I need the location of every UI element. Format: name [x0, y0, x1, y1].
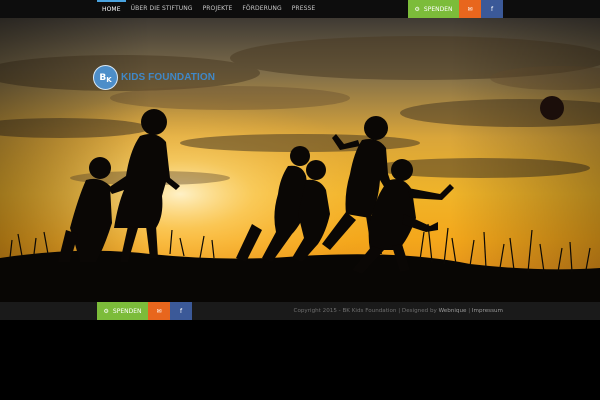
nav-item-home[interactable]: HOME [97, 0, 126, 20]
footer-bar: ⚙ SPENDEN ✉ f Copyright 2015 - BK Kids F… [0, 302, 600, 320]
top-navigation-bar: HOME ÜBER DIE STIFTUNG PROJEKTE FÖRDERUN… [0, 0, 600, 18]
impressum-link[interactable]: Impressum [472, 308, 503, 314]
envelope-icon: ✉ [467, 5, 473, 13]
copyright-text: Copyright 2015 - BK Kids Foundation | De… [294, 302, 503, 320]
nav-item-presse[interactable]: PRESSE [287, 0, 321, 18]
footer-spenden-button[interactable]: ⚙ SPENDEN [97, 302, 148, 320]
hero-image: BK KIDS FOUNDATION [0, 18, 600, 302]
envelope-icon: ✉ [156, 307, 162, 315]
mail-button[interactable]: ✉ [459, 0, 481, 18]
logo-name: KIDS FOUNDATION [121, 72, 216, 83]
footer-mail-button[interactable]: ✉ [148, 302, 170, 320]
kids-foundation-logo[interactable]: BK KIDS FOUNDATION [93, 65, 215, 90]
nav-item-foerderung[interactable]: FÖRDERUNG [237, 0, 286, 18]
designer-link[interactable]: Webnique [439, 308, 467, 314]
logo-initial-b: B [99, 72, 107, 83]
gear-icon: ⚙ [414, 5, 420, 13]
main-nav: HOME ÜBER DIE STIFTUNG PROJEKTE FÖRDERUN… [97, 0, 320, 18]
nav-item-ueber-die-stiftung[interactable]: ÜBER DIE STIFTUNG [126, 0, 198, 18]
facebook-button[interactable]: f [481, 0, 503, 18]
footer-facebook-button[interactable]: f [170, 302, 192, 320]
footer-action-buttons: ⚙ SPENDEN ✉ f [97, 302, 192, 320]
footer-spenden-label: SPENDEN [112, 307, 142, 315]
nav-item-projekte[interactable]: PROJEKTE [198, 0, 238, 18]
gear-icon: ⚙ [103, 307, 109, 315]
spenden-button[interactable]: ⚙ SPENDEN [408, 0, 459, 18]
facebook-icon: f [490, 5, 494, 13]
footer-separator: | [468, 308, 471, 314]
logo-initial-k: K [106, 75, 112, 84]
bk-logo-icon: BK [93, 65, 118, 90]
sunset-kids-silhouette-image [0, 18, 600, 302]
header-action-buttons: ⚙ SPENDEN ✉ f [408, 0, 503, 18]
facebook-icon: f [179, 307, 183, 315]
copyright-label: Copyright 2015 - BK Kids Foundation | De… [293, 308, 437, 314]
spenden-label: SPENDEN [423, 5, 453, 13]
